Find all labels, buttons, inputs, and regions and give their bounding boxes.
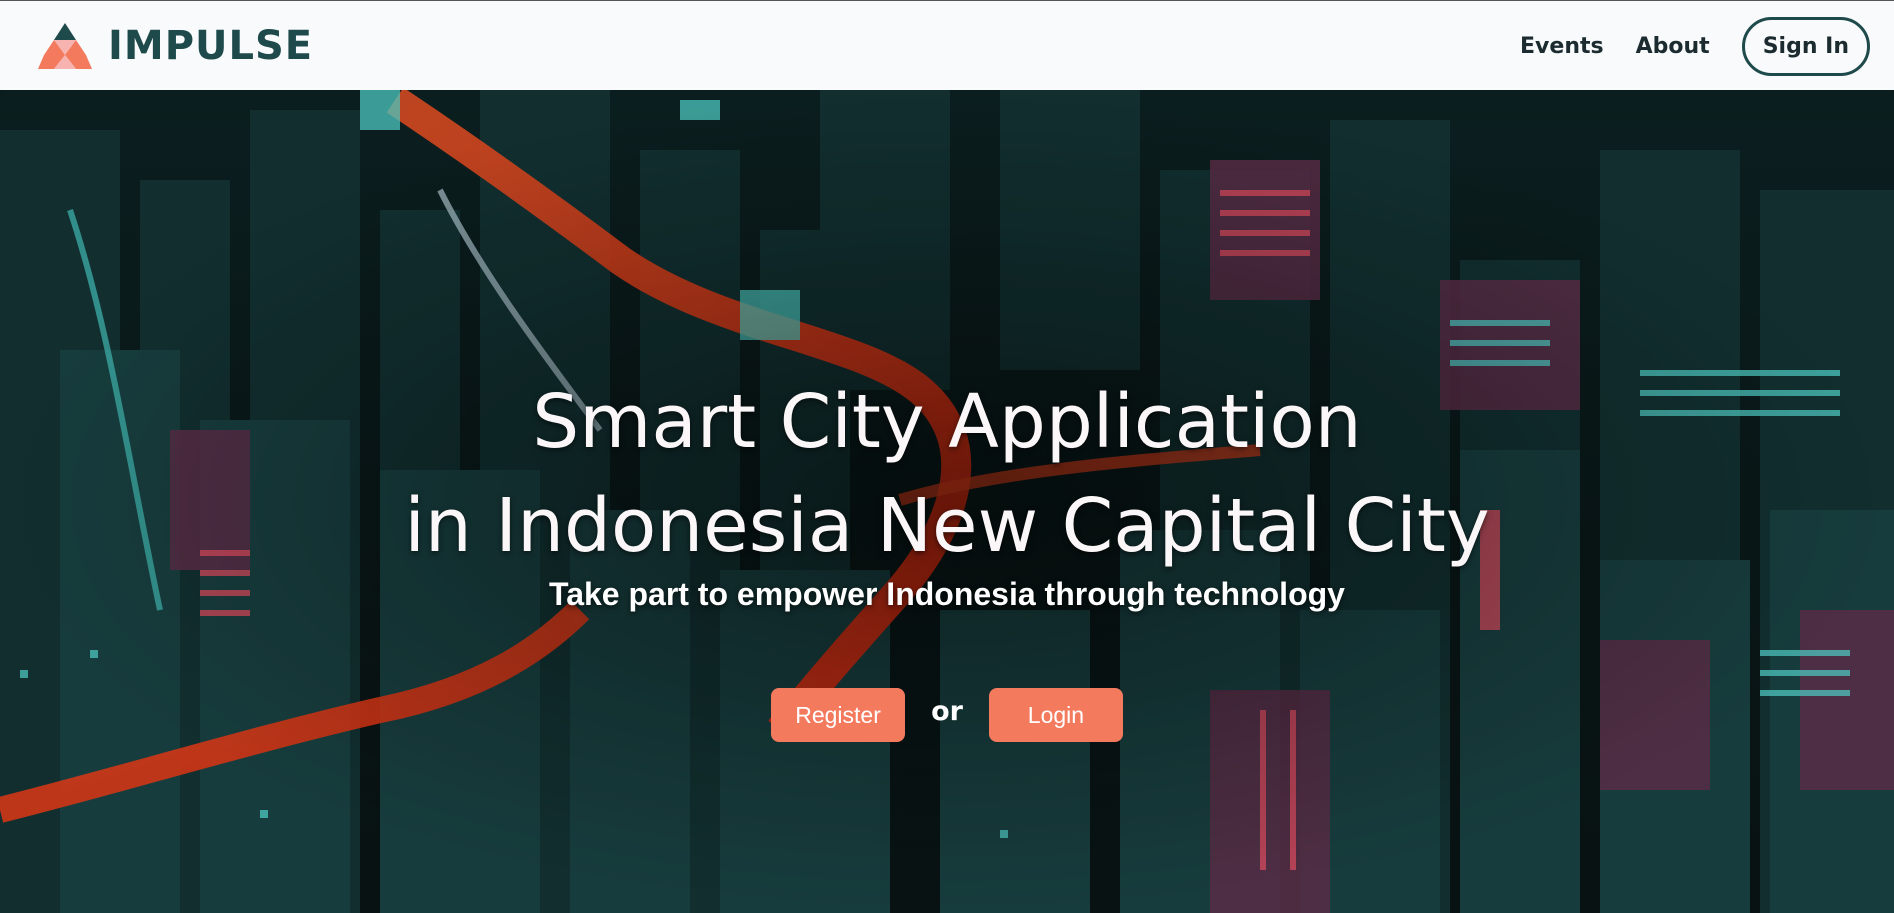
headline-line-1: Smart City Application [532,379,1362,465]
register-button[interactable]: Register [771,688,906,742]
brand[interactable]: IMPULSE [38,23,313,69]
nav-link-events[interactable]: Events [1520,34,1604,59]
hero-subheadline: Take part to empower Indonesia through t… [549,576,1345,612]
hero-section: Smart City Application in Indonesia New … [0,90,1894,913]
nav-link-about[interactable]: About [1636,34,1710,59]
brand-name: IMPULSE [108,23,314,69]
hero-headline: Smart City Application in Indonesia New … [0,370,1894,578]
headline-line-2: in Indonesia New Capital City [404,483,1490,569]
hero-content: Smart City Application in Indonesia New … [0,90,1894,913]
triangle-logo-icon [38,23,92,69]
hero-actions: Register or Login [0,688,1894,742]
sign-in-button[interactable]: Sign In [1741,17,1870,76]
or-separator: or [931,695,963,727]
top-navbar: IMPULSE Events About Sign In [0,0,1894,90]
main-nav: Events About Sign In [1520,17,1870,76]
login-button[interactable]: Login [988,688,1123,742]
